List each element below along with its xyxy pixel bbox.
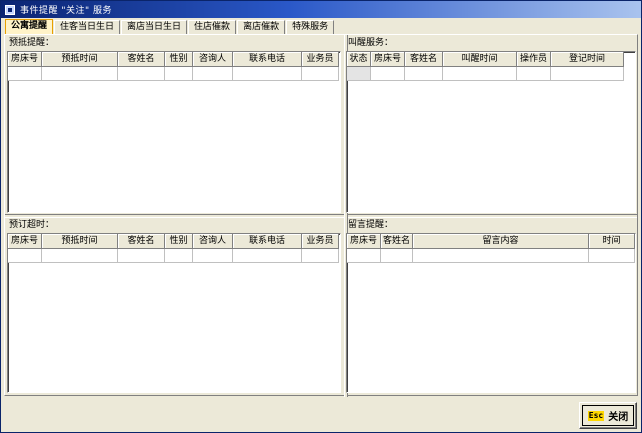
column-header[interactable]: 留言内容 <box>413 234 589 249</box>
title-bar[interactable]: 事件提醒 "关注" 服务 <box>1 1 641 18</box>
column-header[interactable]: 性别 <box>165 52 193 67</box>
column-header[interactable]: 房床号 <box>347 234 381 249</box>
table-cell[interactable] <box>118 67 165 81</box>
tab-departure-birthday-today[interactable]: 离店当日生日 <box>121 20 188 34</box>
table-cell[interactable] <box>118 249 165 263</box>
table-cell[interactable] <box>381 249 413 263</box>
column-header[interactable]: 业务员 <box>302 52 339 67</box>
table-cell[interactable] <box>42 249 118 263</box>
column-header[interactable]: 咨询人 <box>193 234 233 249</box>
column-header[interactable]: 操作员 <box>517 52 551 67</box>
table-row[interactable] <box>8 67 340 81</box>
message-reminder-title: 留言提醒： <box>348 220 394 230</box>
table-cell[interactable] <box>347 67 371 81</box>
column-header[interactable]: 叫醒时间 <box>443 52 517 67</box>
table-cell[interactable] <box>165 249 193 263</box>
tab-guest-birthday-today[interactable]: 住客当日生日 <box>54 20 121 34</box>
column-header[interactable]: 预抵时间 <box>42 234 118 249</box>
table-cell[interactable] <box>443 67 517 81</box>
wakeup-service-grid[interactable]: 状态 房床号 客姓名 叫醒时间 操作员 登记时间 <box>346 51 636 213</box>
right-horizontal-splitter[interactable] <box>348 214 637 218</box>
message-reminder-grid[interactable]: 房床号 客姓名 留言内容 时间 <box>346 233 636 393</box>
column-header[interactable]: 联系电话 <box>233 234 302 249</box>
table-cell[interactable] <box>405 67 443 81</box>
event-reminder-window: 事件提醒 "关注" 服务 公寓提醒 住客当日生日 离店当日生日 住店催款 离店催… <box>0 0 642 433</box>
column-header[interactable]: 时间 <box>589 234 635 249</box>
tab-in-house-payment-reminder[interactable]: 住店催款 <box>188 20 237 34</box>
tab-page-apartment-reminder: 预抵提醒： 房床号 预抵时间 客姓名 性别 咨询人 联系电话 业务员 叫醒服务：… <box>4 34 638 397</box>
tab-special-service[interactable]: 特殊服务 <box>286 20 335 34</box>
close-button[interactable]: Esc 关闭 <box>579 402 637 429</box>
grid-header: 房床号 预抵时间 客姓名 性别 咨询人 联系电话 业务员 <box>8 234 340 249</box>
wakeup-service-panel: 叫醒服务： 状态 房床号 客姓名 叫醒时间 操作员 登记时间 <box>346 37 636 213</box>
column-header[interactable]: 客姓名 <box>118 234 165 249</box>
reservation-overtime-title: 预订超时： <box>9 220 55 230</box>
table-cell[interactable] <box>347 249 381 263</box>
table-cell[interactable] <box>233 67 302 81</box>
column-header[interactable]: 客姓名 <box>118 52 165 67</box>
tab-departure-payment-reminder[interactable]: 离店催款 <box>237 20 286 34</box>
window-title: 事件提醒 "关注" 服务 <box>20 6 113 16</box>
table-row[interactable] <box>347 249 635 263</box>
column-header[interactable]: 登记时间 <box>551 52 624 67</box>
table-cell[interactable] <box>551 67 624 81</box>
table-row[interactable] <box>347 67 635 81</box>
arrival-reminder-panel: 预抵提醒： 房床号 预抵时间 客姓名 性别 咨询人 联系电话 业务员 <box>7 37 341 213</box>
table-cell[interactable] <box>165 67 193 81</box>
table-cell[interactable] <box>42 67 118 81</box>
table-cell[interactable] <box>589 249 635 263</box>
table-cell[interactable] <box>193 249 233 263</box>
column-header[interactable]: 客姓名 <box>405 52 443 67</box>
column-header[interactable]: 状态 <box>347 52 371 67</box>
arrival-reminder-grid[interactable]: 房床号 预抵时间 客姓名 性别 咨询人 联系电话 业务员 <box>7 51 341 213</box>
tab-strip: 公寓提醒 住客当日生日 离店当日生日 住店催款 离店催款 特殊服务 <box>5 19 335 34</box>
column-header[interactable]: 性别 <box>165 234 193 249</box>
table-cell[interactable] <box>413 249 589 263</box>
reservation-overtime-grid[interactable]: 房床号 预抵时间 客姓名 性别 咨询人 联系电话 业务员 <box>7 233 341 393</box>
app-icon <box>5 4 15 15</box>
reservation-overtime-panel: 预订超时： 房床号 预抵时间 客姓名 性别 咨询人 联系电话 业务员 <box>7 219 341 395</box>
table-cell[interactable] <box>193 67 233 81</box>
column-header[interactable]: 咨询人 <box>193 52 233 67</box>
wakeup-service-title: 叫醒服务： <box>348 38 394 48</box>
grid-header: 房床号 预抵时间 客姓名 性别 咨询人 联系电话 业务员 <box>8 52 340 67</box>
esc-key-icon: Esc <box>587 410 605 421</box>
table-cell[interactable] <box>517 67 551 81</box>
table-cell[interactable] <box>233 249 302 263</box>
table-cell[interactable] <box>371 67 405 81</box>
left-horizontal-splitter[interactable] <box>5 214 344 218</box>
column-header[interactable]: 房床号 <box>371 52 405 67</box>
arrival-reminder-title: 预抵提醒： <box>9 38 55 48</box>
close-button-label: 关闭 <box>608 412 629 423</box>
message-reminder-panel: 留言提醒： 房床号 客姓名 留言内容 时间 <box>346 219 636 395</box>
table-cell[interactable] <box>302 67 339 81</box>
table-cell[interactable] <box>302 249 339 263</box>
column-header[interactable]: 客姓名 <box>381 234 413 249</box>
tab-apartment-reminder[interactable]: 公寓提醒 <box>5 19 54 34</box>
table-row[interactable] <box>8 249 340 263</box>
column-header[interactable]: 预抵时间 <box>42 52 118 67</box>
column-header[interactable]: 房床号 <box>8 52 42 67</box>
table-cell[interactable] <box>8 67 42 81</box>
column-header[interactable]: 联系电话 <box>233 52 302 67</box>
grid-header: 房床号 客姓名 留言内容 时间 <box>347 234 635 249</box>
column-header[interactable]: 业务员 <box>302 234 339 249</box>
table-cell[interactable] <box>8 249 42 263</box>
column-header[interactable]: 房床号 <box>8 234 42 249</box>
grid-header: 状态 房床号 客姓名 叫醒时间 操作员 登记时间 <box>347 52 635 67</box>
